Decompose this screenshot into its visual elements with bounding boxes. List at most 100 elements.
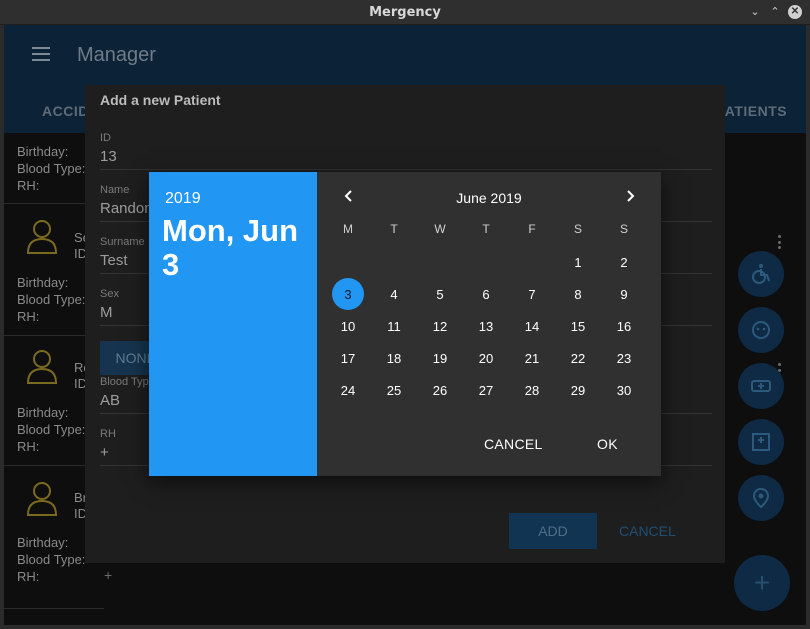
list-item[interactable]: Birthday: Blood Type: RH:	[17, 274, 85, 325]
calendar-day[interactable]: 29	[555, 374, 601, 406]
calendar-day[interactable]: 5	[417, 278, 463, 310]
picker-cancel-button[interactable]: CANCEL	[484, 436, 543, 452]
calendar-day[interactable]: 14	[509, 310, 555, 342]
person-avatar-icon	[26, 482, 58, 516]
calendar-day[interactable]: 20	[463, 342, 509, 374]
calendar-day	[509, 246, 555, 278]
person-avatar-icon	[26, 350, 58, 384]
hospital-icon[interactable]	[738, 419, 784, 465]
id-value: 13	[100, 148, 117, 165]
calendar-day[interactable]: 7	[509, 278, 555, 310]
tab-patients[interactable]: PATIENTS	[716, 103, 787, 119]
calendar-day[interactable]: 8	[555, 278, 601, 310]
window-titlebar: Mergency ⌄ ⌃ ✕	[0, 0, 810, 25]
calendar-day[interactable]: 1	[555, 246, 601, 278]
chevron-right-icon[interactable]	[620, 186, 640, 206]
divider	[4, 608, 104, 609]
weekday-header-row: M T W T F S S	[325, 222, 647, 236]
calendar-day[interactable]: 16	[601, 310, 647, 342]
close-icon[interactable]: ✕	[788, 5, 802, 19]
menu-icon[interactable]	[32, 47, 50, 61]
calendar-day-selected[interactable]: 3	[325, 278, 371, 310]
calendar-day[interactable]: 4	[371, 278, 417, 310]
calendar-day[interactable]: 23	[601, 342, 647, 374]
add-fab-button[interactable]: +	[734, 555, 790, 611]
selected-year[interactable]: 2019	[165, 190, 317, 208]
person-avatar-icon	[26, 220, 58, 254]
face-icon[interactable]	[738, 307, 784, 353]
calendar-day[interactable]: 26	[417, 374, 463, 406]
calendar-day[interactable]: 11	[371, 310, 417, 342]
calendar-day[interactable]: 9	[601, 278, 647, 310]
id-label: ID	[100, 132, 111, 144]
calendar-day[interactable]: 18	[371, 342, 417, 374]
calendar-day	[325, 246, 371, 278]
calendar-day[interactable]: 28	[509, 374, 555, 406]
calendar-day[interactable]: 13	[463, 310, 509, 342]
calendar-week: 10 11 12 13 14 15 16	[325, 310, 647, 342]
selected-date: Mon, Jun 3	[162, 213, 299, 282]
calendar-day[interactable]: 21	[509, 342, 555, 374]
dialog-title: Add a new Patient	[100, 92, 221, 108]
calendar-day	[371, 246, 417, 278]
add-button[interactable]: ADD	[509, 513, 597, 549]
birthday-label: Birthday:	[17, 144, 69, 159]
calendar-day[interactable]: 2	[601, 246, 647, 278]
rh-label: RH:	[17, 178, 40, 193]
month-label: June 2019	[456, 190, 522, 206]
window-controls: ⌄ ⌃ ✕	[748, 5, 802, 19]
weekday-header: T	[390, 222, 398, 236]
calendar-week: 3 4 5 6 7 8 9	[325, 278, 647, 310]
calendar-day	[417, 246, 463, 278]
plus-text: +	[104, 567, 113, 583]
app-window: Manager ACCIDENTS PATIENTS Birthday: Blo…	[4, 25, 806, 625]
blood-type-label: Blood Type:	[17, 552, 86, 567]
wheelchair-icon[interactable]	[738, 251, 784, 297]
minimize-icon[interactable]: ⌄	[748, 5, 762, 19]
weekday-header: T	[482, 222, 490, 236]
blood-type-label: Blood Type:	[17, 422, 86, 437]
id-field[interactable]: ID 13	[100, 132, 712, 170]
list-item[interactable]: Birthday: Blood Type: RH:	[17, 534, 85, 585]
calendar-day[interactable]: 12	[417, 310, 463, 342]
list-item[interactable]: Birthday: Blood Type: RH:	[17, 404, 85, 455]
calendar-day	[463, 246, 509, 278]
weekday-header: W	[434, 222, 446, 236]
calendar-day[interactable]: 22	[555, 342, 601, 374]
more-options-icon[interactable]	[778, 235, 782, 249]
calendar-day[interactable]: 24	[325, 374, 371, 406]
app-title: Manager	[77, 44, 156, 66]
birthday-label: Birthday:	[17, 275, 69, 290]
weekday-header: S	[619, 222, 628, 236]
ambulance-icon[interactable]	[738, 363, 784, 409]
calendar-day[interactable]: 15	[555, 310, 601, 342]
calendar-day[interactable]: 30	[601, 374, 647, 406]
weekday-header: S	[573, 222, 582, 236]
weekday-header: M	[343, 222, 353, 236]
picker-ok-button[interactable]: OK	[597, 436, 618, 452]
calendar-day[interactable]: 27	[463, 374, 509, 406]
birthday-label: Birthday:	[17, 405, 69, 420]
maximize-icon[interactable]: ⌃	[768, 5, 782, 19]
blood-type-label: Blood Type:	[17, 292, 86, 307]
calendar-week: 17 18 19 20 21 22 23	[325, 342, 647, 374]
rh-label: RH:	[17, 569, 40, 584]
weekday-header: F	[528, 222, 536, 236]
window-title: Mergency	[369, 4, 441, 20]
calendar-body: June 2019 M T W T F S S 1 2 3 4 5 6 7 8 …	[317, 172, 661, 476]
location-icon[interactable]	[738, 475, 784, 521]
calendar-day[interactable]: 10	[325, 310, 371, 342]
calendar-day[interactable]: 17	[325, 342, 371, 374]
rh-label: RH:	[17, 309, 40, 324]
cancel-button[interactable]: CANCEL	[619, 523, 676, 539]
calendar-week: 24 25 26 27 28 29 30	[325, 374, 647, 406]
calendar-day[interactable]: 25	[371, 374, 417, 406]
calendar-week: 1 2	[325, 246, 647, 278]
calendar-day[interactable]: 6	[463, 278, 509, 310]
rh-label: RH:	[17, 439, 40, 454]
date-picker-header: 2019 Mon, Jun 3	[149, 172, 317, 476]
date-picker-dialog: 2019 Mon, Jun 3 June 2019 M T W T F S S	[149, 172, 661, 476]
birthday-label: Birthday:	[17, 535, 69, 550]
list-item[interactable]: Birthday: Blood Type: RH:	[17, 143, 85, 194]
calendar-day[interactable]: 19	[417, 342, 463, 374]
